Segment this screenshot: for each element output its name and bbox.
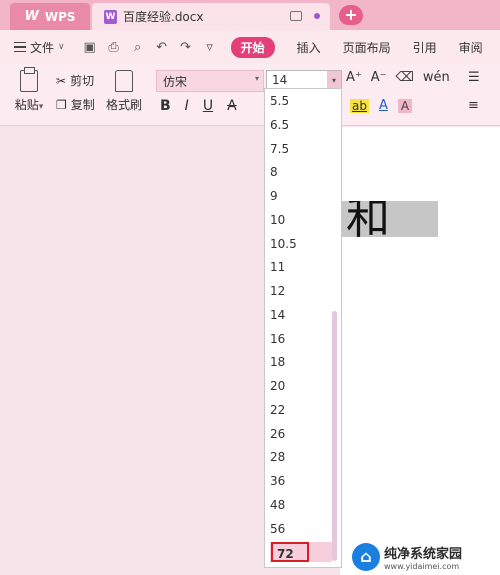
format-painter-button[interactable]: 格式刷 bbox=[104, 68, 144, 113]
font-tools-row: A⁺ A⁻ ⌫ wén bbox=[346, 70, 450, 85]
paintbrush-icon bbox=[115, 70, 133, 92]
wps-home-tab[interactable]: W WPS bbox=[10, 3, 90, 30]
highlight-button[interactable]: ab bbox=[350, 98, 369, 113]
format-painter-label: 格式刷 bbox=[105, 98, 142, 112]
font-size-dropdown: 5.5 6.5 7.5 8 9 10 10.5 11 12 14 16 18 20 22 26 28 36 48 5… bbox=[264, 88, 342, 568]
document-tab-title: 百度经验.docx bbox=[123, 10, 204, 24]
undo-icon[interactable]: ↶ bbox=[155, 40, 169, 55]
redo-icon[interactable]: ↷ bbox=[179, 40, 193, 55]
font-color-button[interactable]: A bbox=[379, 98, 388, 113]
tab-review[interactable]: 审阅 bbox=[459, 39, 483, 56]
title-bar: W WPS W 百度经验.docx + bbox=[0, 0, 500, 30]
wps-logo-icon: W bbox=[24, 9, 39, 24]
watermark-logo-icon: ⌂ bbox=[352, 543, 380, 571]
ribbon: 粘贴▾ ✂ 剪切 ❐ 复制 格式刷 仿宋 ▾ 14 ▾ B I U A A⁺ A… bbox=[0, 64, 500, 126]
document-page[interactable]: 和 bbox=[340, 127, 500, 575]
tab-home[interactable]: 开始 bbox=[230, 36, 275, 58]
watermark-url: www.yidaimei.com bbox=[384, 562, 460, 571]
scissors-icon: ✂ bbox=[56, 73, 67, 88]
font-size-option[interactable]: 7.5 bbox=[270, 139, 332, 159]
font-size-option[interactable]: 20 bbox=[270, 376, 332, 396]
cut-button[interactable]: ✂ 剪切 bbox=[56, 72, 94, 89]
chevron-down-icon: ∨ bbox=[58, 42, 65, 52]
menu-bar: 文件 ∨ ▣ ⎙ ⌕ ↶ ↷ ▿ 开始 插入 页面布局 引用 审阅 bbox=[0, 30, 500, 64]
watermark-title: 纯净系统家园 bbox=[384, 547, 463, 562]
save-icon[interactable]: ▣ bbox=[83, 40, 97, 55]
bullet-list-icon[interactable]: ☰ bbox=[468, 70, 480, 85]
italic-button[interactable]: I bbox=[185, 98, 189, 114]
font-size-option[interactable]: 28 bbox=[270, 447, 332, 467]
copy-button[interactable]: ❐ 复制 bbox=[56, 96, 95, 113]
strikethrough-button[interactable]: A bbox=[227, 98, 237, 114]
hamburger-icon bbox=[14, 42, 26, 52]
file-menu-label: 文件 bbox=[30, 40, 55, 55]
word-doc-icon: W bbox=[104, 9, 117, 24]
character-shading-button[interactable]: A bbox=[397, 98, 413, 113]
font-size-option[interactable]: 11 bbox=[270, 257, 332, 277]
align-left-icon[interactable]: ≡ bbox=[468, 98, 479, 113]
tab-references[interactable]: 引用 bbox=[413, 39, 437, 56]
grow-font-button[interactable]: A⁺ bbox=[346, 70, 362, 85]
file-menu[interactable]: 文件 ∨ bbox=[14, 39, 65, 56]
font-size-option[interactable]: 18 bbox=[270, 352, 332, 372]
tab-page-layout[interactable]: 页面布局 bbox=[343, 39, 391, 56]
font-size-option[interactable]: 14 bbox=[270, 305, 332, 325]
tab-insert[interactable]: 插入 bbox=[297, 39, 321, 56]
font-size-option[interactable]: 56 bbox=[270, 519, 332, 539]
copy-icon: ❐ bbox=[56, 97, 67, 112]
format-buttons: B I U A bbox=[160, 98, 237, 114]
clear-format-icon[interactable]: ⌫ bbox=[396, 70, 414, 85]
font-size-value: 14 bbox=[272, 73, 288, 87]
pinyin-button[interactable]: wén bbox=[423, 70, 450, 85]
document-tab[interactable]: W 百度经验.docx bbox=[92, 3, 330, 30]
print-preview-icon[interactable]: ⌕ bbox=[131, 40, 145, 55]
print-icon[interactable]: ⎙ bbox=[107, 40, 121, 55]
wps-home-label: WPS bbox=[44, 9, 76, 24]
cut-label: 剪切 bbox=[70, 74, 95, 88]
copy-label: 复制 bbox=[70, 98, 95, 112]
bold-button[interactable]: B bbox=[160, 98, 171, 114]
document-workspace: 和 bbox=[0, 127, 500, 575]
dropdown-scroll-thumb[interactable] bbox=[332, 311, 337, 561]
font-size-option[interactable]: 36 bbox=[270, 471, 332, 491]
underline-button[interactable]: U bbox=[203, 98, 213, 114]
font-size-option[interactable]: 8 bbox=[270, 162, 332, 182]
selected-text[interactable]: 和 bbox=[340, 201, 438, 237]
font-size-option[interactable]: 10.5 bbox=[270, 234, 332, 254]
font-size-option[interactable]: 72 bbox=[270, 542, 332, 563]
more-chevron-icon[interactable]: ▿ bbox=[203, 40, 217, 55]
chevron-down-icon: ▾ bbox=[254, 74, 259, 83]
font-size-option[interactable]: 6.5 bbox=[270, 115, 332, 135]
color-tools-row: ab A A bbox=[350, 98, 413, 113]
font-name-select[interactable]: 仿宋 ▾ bbox=[156, 70, 264, 92]
font-size-option[interactable]: 48 bbox=[270, 495, 332, 515]
font-size-option[interactable]: 22 bbox=[270, 400, 332, 420]
font-size-option[interactable]: 12 bbox=[270, 281, 332, 301]
font-size-option[interactable]: 5.5 bbox=[270, 91, 332, 111]
clipboard-icon bbox=[20, 67, 38, 92]
paste-label: 粘贴 bbox=[14, 98, 39, 112]
paste-button[interactable]: 粘贴▾ bbox=[10, 67, 48, 113]
new-tab-button[interactable]: + bbox=[334, 0, 368, 30]
font-size-option[interactable]: 16 bbox=[270, 329, 332, 349]
selected-size-marker[interactable]: 72 bbox=[271, 542, 309, 563]
shrink-font-button[interactable]: A⁻ bbox=[371, 70, 387, 85]
quick-access-toolbar: ▣ ⎙ ⌕ ↶ ↷ ▿ bbox=[83, 40, 217, 55]
plus-icon: + bbox=[339, 5, 363, 25]
font-size-option[interactable]: 9 bbox=[270, 186, 332, 206]
font-size-option[interactable]: 26 bbox=[270, 424, 332, 444]
chevron-down-icon: ▾ bbox=[38, 102, 44, 112]
site-watermark: ⌂ 纯净系统家园 www.yidaimei.com bbox=[352, 540, 500, 574]
font-name-value: 仿宋 bbox=[163, 75, 188, 89]
unsaved-dot-icon bbox=[314, 13, 320, 19]
screen-icon[interactable] bbox=[290, 11, 302, 21]
font-size-option[interactable]: 10 bbox=[270, 210, 332, 230]
